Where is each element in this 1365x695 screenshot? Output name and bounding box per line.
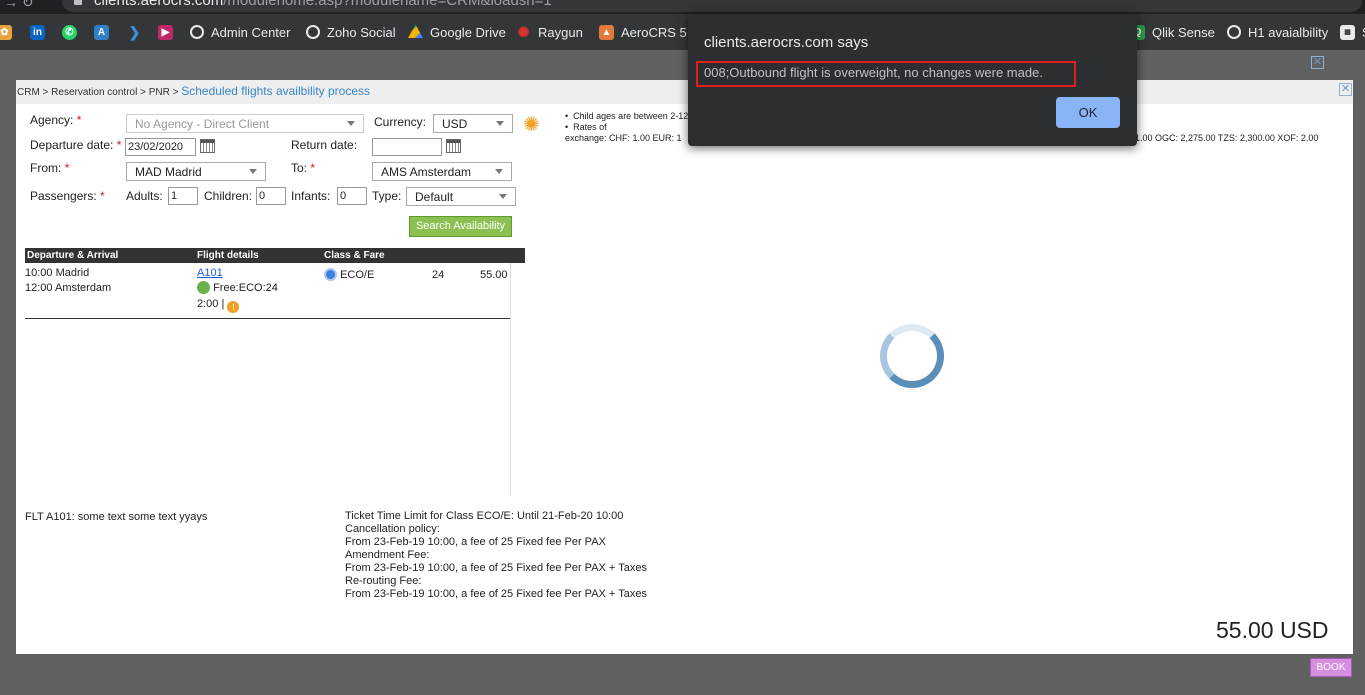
bookmark-chevron[interactable]: ❯	[127, 23, 142, 41]
to-label: To: *	[291, 161, 316, 175]
bookmark-admin-center[interactable]: Admin Center	[190, 23, 290, 41]
highlight-box	[696, 61, 1076, 87]
chevron-down-icon	[495, 169, 503, 174]
globe-icon	[306, 25, 320, 39]
departure-date-input[interactable]: 23/02/2020	[125, 138, 196, 156]
results-scroll-area[interactable]	[510, 263, 525, 496]
results-table-header: Departure & Arrival Flight details Class…	[25, 248, 525, 263]
arrival-time: 12:00 Amsterdam	[25, 282, 112, 294]
info-exchange-right: 1.00 OGC: 2,275.00 TZS: 2,300.00 XOF: 2.…	[1135, 133, 1319, 143]
info-child-ages: • Child ages are between 2-12	[565, 111, 689, 121]
chevron-down-icon	[496, 121, 504, 126]
fare-class-option[interactable]: ECO/E	[324, 268, 374, 283]
book-button[interactable]: BOOK	[1310, 658, 1352, 677]
url-text[interactable]: clients.aerocrs.com/modulehome.asp?modul…	[94, 0, 552, 9]
colorful-app-icon: ✿	[0, 24, 12, 40]
adults-label: Adults:	[126, 189, 163, 203]
calendar-icon[interactable]	[200, 139, 215, 153]
aerocrs-logo-icon: A	[94, 24, 109, 40]
fare-amount: 55.00	[480, 269, 508, 281]
departure-time: 10:00 Madrid	[25, 267, 90, 279]
bookmark-aerocrs[interactable]: ▲ AeroCRS 5.5	[599, 23, 698, 41]
children-input[interactable]: 0	[256, 187, 286, 205]
infants-input[interactable]: 0	[337, 187, 367, 205]
globe-icon	[1227, 25, 1241, 39]
bookmarks-bar: ✿ in ✆ A ❯ ▶ Admin Center Zoho Social Go…	[0, 14, 1365, 50]
info-rates: • Rates of	[565, 122, 607, 132]
globe-icon	[190, 25, 204, 39]
bookmark-linkedin[interactable]: in	[30, 23, 45, 41]
breadcrumb: CRM > Reservation control > PNR > Schedu…	[17, 84, 370, 98]
chevron-down-icon	[347, 121, 355, 126]
modal-close-icon[interactable]: ✕	[1339, 83, 1352, 96]
modal-header: CRM > Reservation control > PNR > Schedu…	[16, 80, 1353, 104]
chevron-arrow-icon: ❯	[128, 23, 141, 40]
currency-label: Currency:	[374, 115, 427, 129]
from-label: From: *	[30, 161, 70, 175]
from-select[interactable]: MAD Madrid	[126, 162, 266, 181]
info-exchange-left: exchange: CHF: 1.00 EUR: 1	[565, 133, 682, 143]
warning-icon[interactable]: !	[227, 301, 240, 313]
availability-modal: CRM > Reservation control > PNR > Schedu…	[16, 80, 1353, 654]
whatsapp-icon: ✆	[62, 24, 77, 40]
type-select[interactable]: Default	[406, 187, 516, 206]
fare-rules: Ticket Time Limit for Class ECO/E: Until…	[345, 510, 647, 600]
adults-input[interactable]: 1	[168, 187, 198, 205]
raygun-icon: ✺	[517, 23, 530, 40]
total-price: 55.00 USD	[1216, 617, 1329, 643]
calendar-icon[interactable]	[446, 139, 461, 153]
loading-spinner-icon	[880, 324, 944, 388]
row-divider	[25, 318, 510, 319]
available-seats: 24	[432, 269, 445, 281]
type-label: Type:	[372, 189, 402, 203]
bookmark-grid[interactable]: ▦S	[1340, 23, 1365, 41]
departure-date-label: Departure date: *	[30, 138, 122, 152]
flight-duration: 2:00 | !	[197, 297, 240, 313]
breadcrumb-current[interactable]: Scheduled flights availbility process	[181, 84, 370, 98]
bookmark-raygun[interactable]: ✺ Raygun	[516, 23, 583, 41]
agency-select[interactable]: No Agency - Direct Client	[126, 114, 364, 133]
chevron-down-icon	[499, 194, 507, 199]
back-forward-reload-icons[interactable]: → ↻	[4, 0, 34, 11]
bookmark-h1-availability[interactable]: H1 avaialbility	[1227, 23, 1328, 41]
bookmark-app[interactable]: ✿	[0, 23, 12, 41]
bookmark-google-drive[interactable]: Google Drive	[408, 23, 506, 41]
ok-button[interactable]: OK	[1056, 97, 1120, 128]
media-icon: ▶	[158, 24, 173, 40]
children-label: Children:	[204, 189, 253, 203]
google-drive-icon	[408, 24, 423, 38]
bookmark-media[interactable]: ▶	[158, 23, 173, 41]
bookmark-qlik-sense[interactable]: Q Qlik Sense	[1130, 23, 1215, 41]
chevron-down-icon	[249, 169, 257, 174]
free-seats: Free:ECO:24	[197, 281, 278, 296]
grid-icon: ▦	[1340, 24, 1355, 40]
to-select[interactable]: AMS Amsterdam	[372, 162, 512, 181]
search-availability-button[interactable]: Search Availability	[409, 216, 512, 237]
flight-number-link[interactable]: A101	[197, 266, 223, 281]
flight-note: FLT A101: some text some text yyays	[25, 511, 208, 523]
agency-label: Agency: *	[30, 113, 82, 127]
lock-icon	[74, 0, 82, 5]
bookmark-aerocrs-a[interactable]: A	[94, 23, 109, 41]
currency-select[interactable]: USD	[433, 114, 513, 133]
status-green-icon	[197, 281, 210, 294]
bookmark-whatsapp[interactable]: ✆	[62, 23, 77, 41]
bookmark-zoho-social[interactable]: Zoho Social	[306, 23, 396, 41]
return-date-label: Return date:	[291, 138, 358, 152]
outer-close-icon[interactable]: ✕	[1311, 56, 1324, 69]
sun-icon: ✺	[523, 114, 540, 136]
radio-selected-icon[interactable]	[324, 268, 337, 281]
address-bar: → ↻ clients.aerocrs.com/modulehome.asp?m…	[0, 0, 1365, 14]
linkedin-icon: in	[30, 24, 45, 40]
infants-label: Infants:	[291, 189, 331, 203]
aerocrs-icon: ▲	[599, 24, 614, 40]
dialog-title: clients.aerocrs.com says	[704, 34, 869, 51]
passengers-label: Passengers: *	[30, 189, 105, 203]
return-date-input[interactable]	[372, 138, 442, 156]
